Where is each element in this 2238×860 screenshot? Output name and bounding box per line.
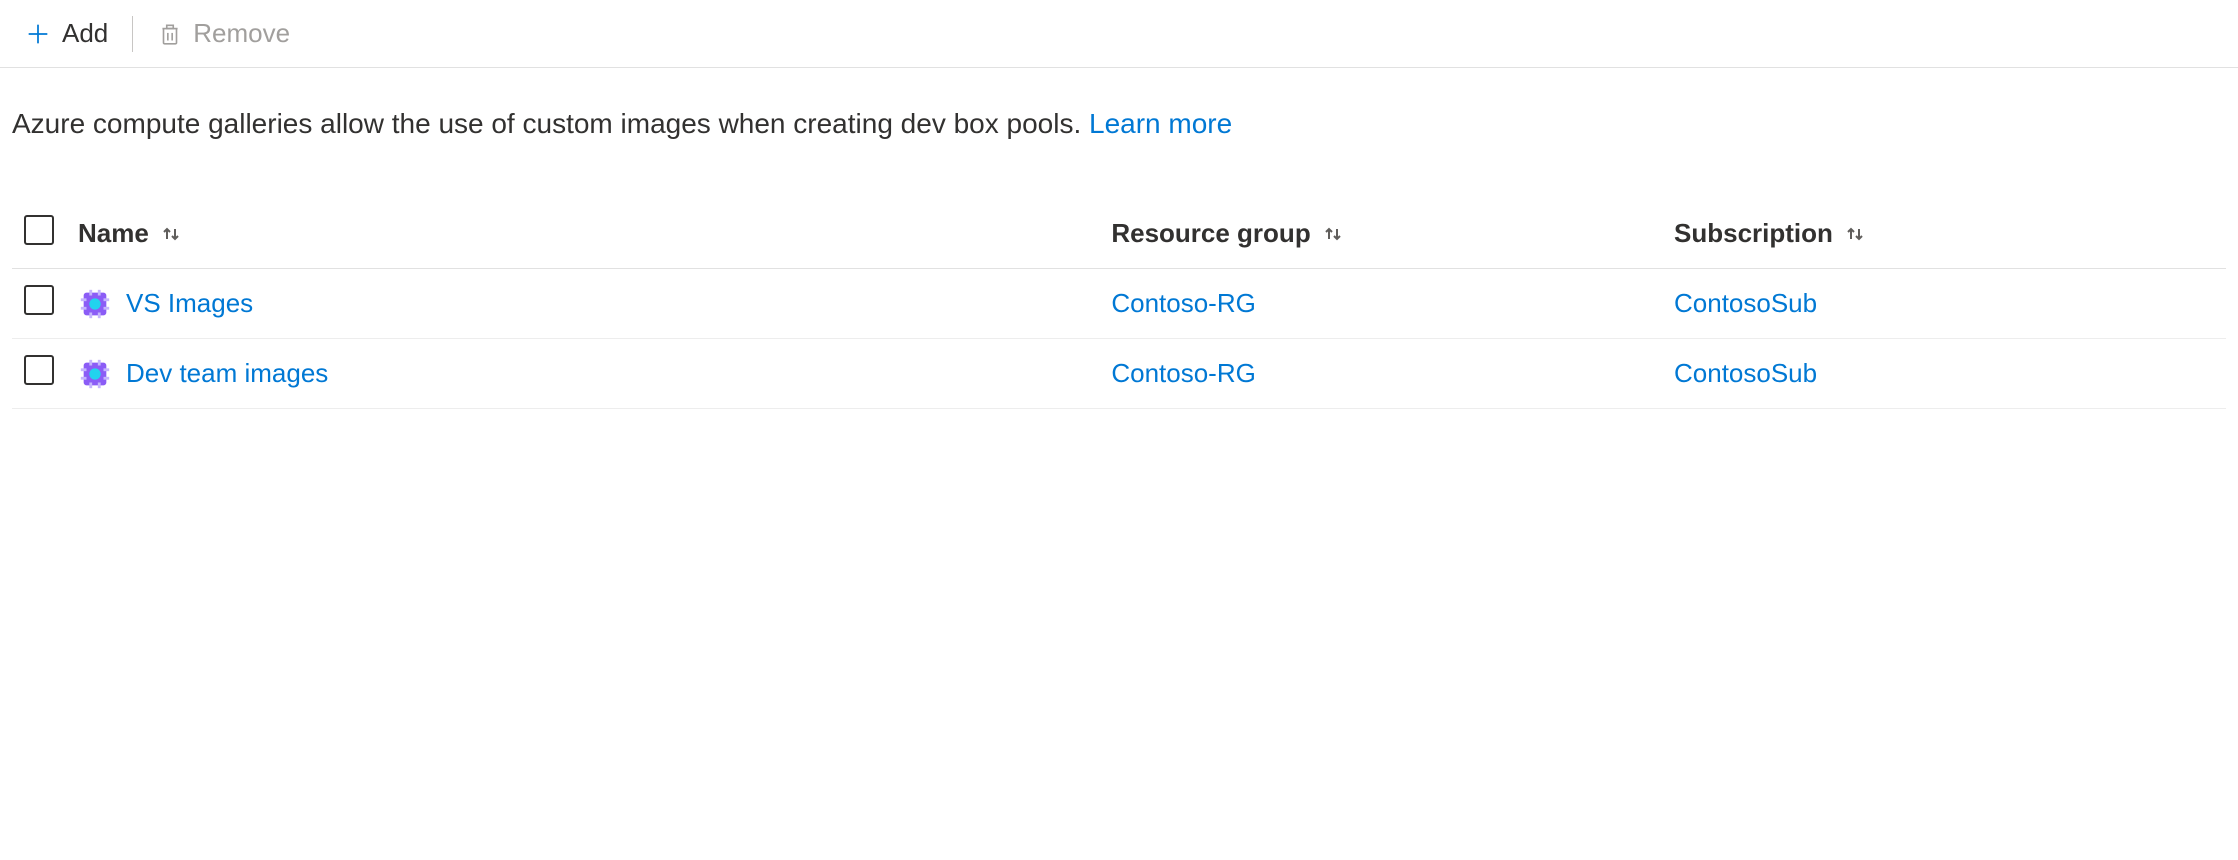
gallery-name-link[interactable]: Dev team images	[126, 358, 328, 389]
resource-group-link[interactable]: Contoso-RG	[1111, 288, 1256, 318]
learn-more-link[interactable]: Learn more	[1089, 108, 1232, 139]
row-checkbox[interactable]	[24, 285, 54, 315]
column-header-subscription[interactable]: Subscription	[1662, 199, 2226, 269]
add-button[interactable]: Add	[18, 14, 114, 53]
galleries-table: Name Resource group	[0, 169, 2238, 409]
subscription-link[interactable]: ContosoSub	[1674, 358, 1817, 388]
remove-button[interactable]: Remove	[151, 14, 296, 53]
table-row[interactable]: Dev team images Contoso-RG ContosoSub	[12, 339, 2226, 409]
table-row[interactable]: VS Images Contoso-RG ContosoSub	[12, 269, 2226, 339]
gallery-name-link[interactable]: VS Images	[126, 288, 253, 319]
remove-button-label: Remove	[193, 18, 290, 49]
subscription-link[interactable]: ContosoSub	[1674, 288, 1817, 318]
select-all-checkbox[interactable]	[24, 215, 54, 245]
toolbar-divider	[132, 16, 133, 52]
column-header-resource-group[interactable]: Resource group	[1099, 199, 1662, 269]
column-header-checkbox	[12, 199, 66, 269]
trash-icon	[157, 21, 183, 47]
gallery-icon	[78, 287, 112, 321]
toolbar: Add Remove	[0, 0, 2238, 68]
row-checkbox[interactable]	[24, 355, 54, 385]
sort-icon	[1321, 222, 1345, 246]
resource-group-link[interactable]: Contoso-RG	[1111, 358, 1256, 388]
sort-icon	[159, 222, 183, 246]
description-text: Azure compute galleries allow the use of…	[0, 68, 2238, 169]
column-header-name[interactable]: Name	[66, 199, 1099, 269]
add-button-label: Add	[62, 18, 108, 49]
plus-icon	[24, 20, 52, 48]
gallery-icon	[78, 357, 112, 391]
sort-icon	[1843, 222, 1867, 246]
